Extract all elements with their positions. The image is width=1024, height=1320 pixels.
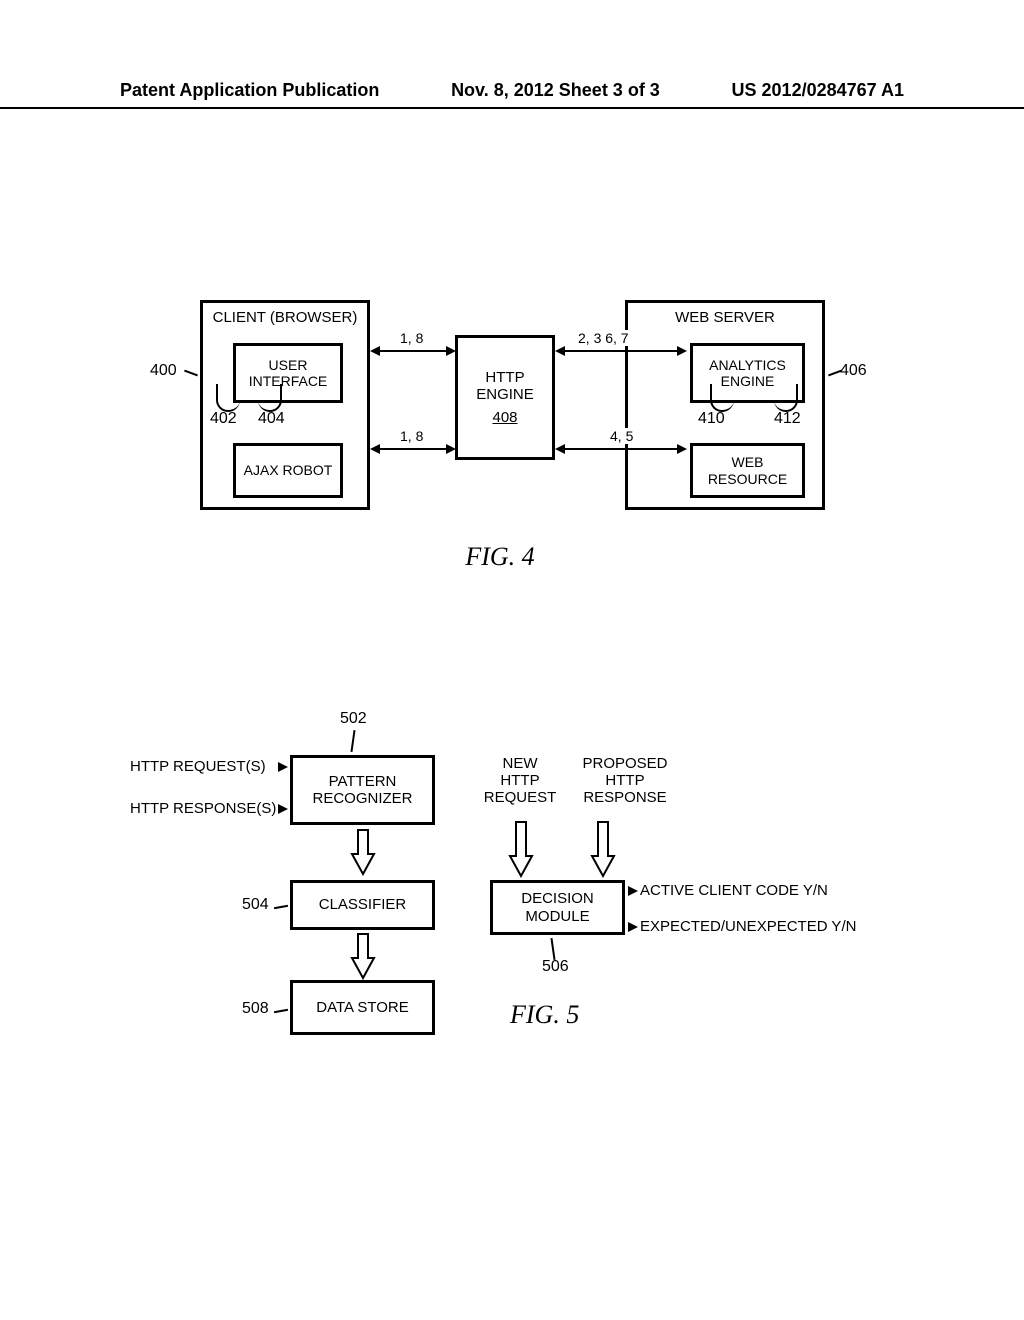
new-http-request-l3: REQUEST — [480, 789, 560, 806]
edge-label-ajax-http: 1, 8 — [400, 428, 423, 444]
arrow-http-webres — [557, 448, 685, 450]
http-engine-box: HTTP ENGINE 408 — [455, 335, 555, 460]
figure-5: HTTP REQUEST(S) HTTP RESPONSE(S) PATTERN… — [130, 700, 910, 1060]
lead-400 — [184, 370, 198, 377]
ref-402: 402 — [210, 410, 237, 428]
hook-410 — [710, 384, 734, 412]
edge-label-ui-http: 1, 8 — [400, 330, 423, 346]
ref-404: 404 — [258, 410, 285, 428]
lead-502 — [350, 730, 355, 752]
hook-402 — [216, 384, 240, 412]
ref-504: 504 — [242, 896, 269, 914]
pattern-recognizer-box: PATTERN RECOGNIZER — [290, 755, 435, 825]
hook-404 — [258, 384, 282, 412]
new-http-request-label: NEW HTTP REQUEST — [480, 755, 560, 806]
web-resource-box: WEB RESOURCE — [690, 443, 805, 498]
arrowhead-active — [628, 886, 638, 896]
ref-502: 502 — [340, 710, 367, 728]
proposed-http-response-l2: HTTP — [570, 772, 680, 789]
user-interface-box: USER INTERFACE — [233, 343, 343, 403]
hook-412 — [774, 384, 798, 412]
edge-label-http-analytics: 2, 3 6, 7 — [578, 330, 629, 346]
edge-label-http-webres: 4, 5 — [610, 428, 633, 444]
ref-506: 506 — [542, 958, 569, 976]
lead-506 — [550, 938, 555, 960]
active-client-label: ACTIVE CLIENT CODE Y/N — [640, 882, 828, 899]
new-http-request-l2: HTTP — [480, 772, 560, 789]
http-engine-label-2: ENGINE — [476, 386, 534, 403]
figure-4-caption: FIG. 4 — [140, 542, 860, 572]
decision-module-box: DECISION MODULE — [490, 880, 625, 935]
page-header: Patent Application Publication Nov. 8, 2… — [0, 80, 1024, 109]
arrow-proposed-response — [590, 820, 616, 868]
arrow-classifier-store — [350, 932, 376, 980]
arrow-http-analytics — [557, 350, 685, 352]
ajax-robot-box: AJAX ROBOT — [233, 443, 343, 498]
proposed-http-response-l1: PROPOSED — [570, 755, 680, 772]
ref-410: 410 — [698, 410, 725, 428]
expected-label: EXPECTED/UNEXPECTED Y/N — [640, 918, 856, 935]
proposed-http-response-label: PROPOSED HTTP RESPONSE — [570, 755, 680, 806]
new-http-request-l1: NEW — [480, 755, 560, 772]
http-requests-label: HTTP REQUEST(S) — [130, 758, 266, 775]
ref-406: 406 — [840, 362, 867, 380]
client-title: CLIENT (BROWSER) — [203, 309, 367, 326]
figure-4: CLIENT (BROWSER) USER INTERFACE AJAX ROB… — [140, 280, 860, 540]
http-engine-ref: 408 — [492, 409, 517, 426]
lead-508 — [274, 1009, 288, 1013]
http-engine-label-1: HTTP — [485, 369, 524, 386]
figure-5-caption: FIG. 5 — [510, 1000, 710, 1030]
http-responses-label: HTTP RESPONSE(S) — [130, 800, 276, 817]
arrowhead-resp — [278, 804, 288, 814]
arrow-ajax-http — [372, 448, 454, 450]
header-right: US 2012/0284767 A1 — [732, 80, 904, 101]
ref-400: 400 — [150, 362, 177, 380]
data-store-box: DATA STORE — [290, 980, 435, 1035]
classifier-box: CLASSIFIER — [290, 880, 435, 930]
arrow-new-request — [508, 820, 534, 868]
arrowhead-req — [278, 762, 288, 772]
ref-412: 412 — [774, 410, 801, 428]
header-left: Patent Application Publication — [120, 80, 379, 101]
header-center: Nov. 8, 2012 Sheet 3 of 3 — [451, 80, 660, 101]
arrow-ui-http — [372, 350, 454, 352]
proposed-http-response-l3: RESPONSE — [570, 789, 680, 806]
arrow-recognizer-classifier — [350, 828, 376, 876]
lead-504 — [274, 905, 288, 909]
ref-508: 508 — [242, 1000, 269, 1018]
server-title: WEB SERVER — [628, 309, 822, 326]
arrowhead-expected — [628, 922, 638, 932]
